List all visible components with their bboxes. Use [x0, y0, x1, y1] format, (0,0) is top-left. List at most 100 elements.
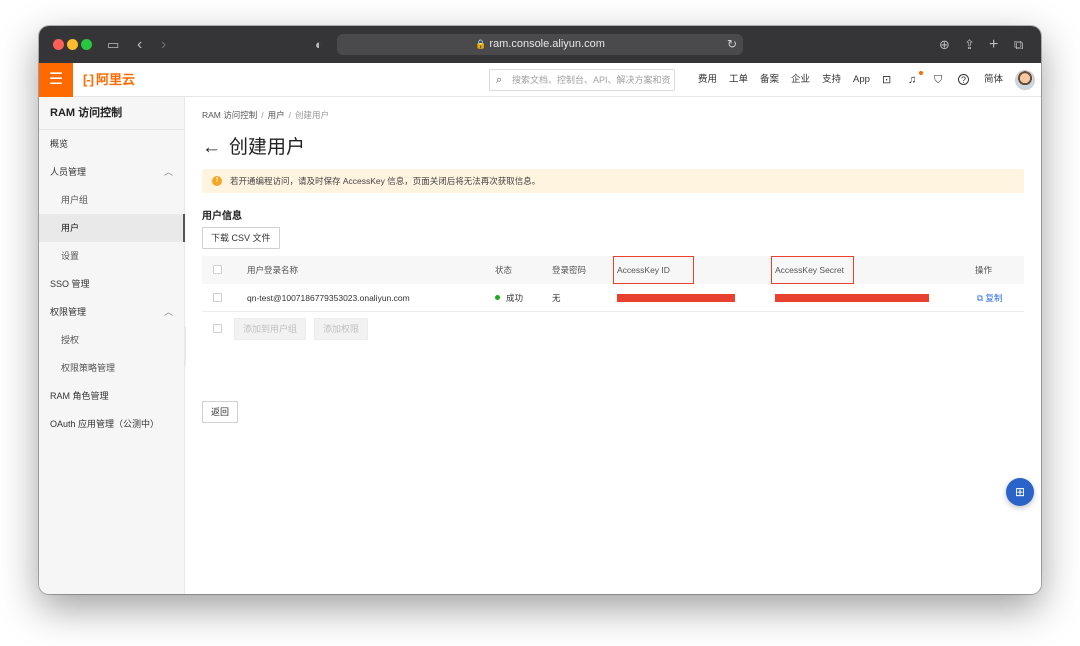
user-login-name: qn-test@1007186779353023.onaliyun.com [247, 293, 410, 303]
breadcrumb-current: 创建用户 [295, 110, 330, 120]
copy-link[interactable]: ⧉ 复制 [977, 284, 1002, 312]
col-password: 登录密码 [552, 265, 587, 275]
back-icon[interactable]: ‹ [137, 26, 142, 63]
section-title-user-info: 用户信息 [202, 211, 242, 222]
warning-icon: ! [212, 176, 222, 186]
forward-icon[interactable]: › [161, 26, 166, 63]
breadcrumb: RAM 访问控制 / 用户 / 创建用户 [202, 109, 329, 121]
aliyun-logo[interactable]: [-] 阿里云 [83, 63, 135, 97]
sidebar-item-label: RAM 角色管理 [50, 391, 109, 401]
add-to-group-button[interactable]: 添加到用户组 [234, 318, 307, 340]
password-cell: 无 [552, 293, 561, 303]
table-row: qn-test@1007186779353023.onaliyun.com 成功… [202, 284, 1024, 312]
sidebar-item-users[interactable]: 用户 [39, 214, 185, 242]
sidebar-item-label: 用户 [61, 223, 80, 233]
apps-grid-icon[interactable]: ⊞ [1006, 478, 1034, 506]
breadcrumb-users[interactable]: 用户 [268, 110, 285, 120]
breadcrumb-separator: / [261, 110, 264, 120]
sidebar-item-sso[interactable]: SSO 管理 [39, 270, 184, 298]
sidebar-item-label: 人员管理 [50, 167, 87, 177]
sidebar-item-label: 授权 [61, 335, 80, 345]
sidebar-item-policies[interactable]: 权限策略管理 [39, 354, 184, 382]
status-cell: 成功 [495, 284, 523, 312]
logo-mark: [-] [83, 72, 94, 87]
reload-icon[interactable]: ↻ [727, 34, 737, 55]
copy-icon: ⧉ [977, 293, 984, 303]
sidebar-item-label: OAuth 应用管理（公测中） [50, 419, 160, 429]
sidebar-item-permissions[interactable]: 权限管理 ︿ [39, 298, 184, 326]
status-text: 成功 [506, 293, 524, 303]
chevron-up-icon: ︿ [163, 307, 173, 317]
privacy-report-icon[interactable]: ◐ [315, 26, 323, 63]
new-tab-icon[interactable]: + [989, 26, 998, 63]
sidebar: RAM 访问控制 概览 人员管理 ︿ 用户组 用户 设置 SSO 管理 权限管理 ︿… [39, 97, 185, 594]
accesskey-warning: ! 若开通编程访问，请及时保存 AccessKey 信息，页面关闭后将无法再次获… [202, 169, 1024, 193]
terminal-icon[interactable]: ⊡ [882, 63, 891, 97]
sidebar-item-settings[interactable]: 设置 [39, 242, 184, 270]
bell-icon[interactable]: ♫ [908, 63, 916, 97]
back-arrow-icon[interactable]: ← [202, 137, 221, 158]
nav-enterprise[interactable]: 企业 [791, 63, 810, 97]
cart-icon[interactable]: ⛉ [934, 63, 942, 97]
add-permission-button[interactable]: 添加权限 [314, 318, 369, 340]
zoom-window-button[interactable] [81, 39, 92, 50]
nav-billing[interactable]: 费用 [698, 63, 717, 97]
search-placeholder: 搜索文档、控制台、API、解决方案和资 [512, 75, 671, 85]
search-input[interactable]: ⌕ 搜索文档、控制台、API、解决方案和资 [489, 69, 675, 91]
accesskey-id-highlight [613, 256, 694, 284]
sidebar-item-roles[interactable]: RAM 角色管理 [39, 382, 184, 410]
nav-tickets[interactable]: 工单 [729, 63, 748, 97]
sidebar-item-label: 权限策略管理 [61, 363, 116, 373]
success-dot-icon [495, 295, 500, 300]
share-icon[interactable]: ⇪ [964, 26, 975, 63]
user-table: 用户登录名称 状态 登录密码 AccessKey ID AccessKey Se… [202, 256, 1024, 346]
alert-text: 若开通编程访问，请及时保存 AccessKey 信息，页面关闭后将无法再次获取信… [230, 176, 541, 186]
breadcrumb-ram[interactable]: RAM 访问控制 [202, 110, 257, 120]
accesskey-secret-redacted [775, 294, 929, 302]
page-title: ← 创建用户 [202, 132, 305, 159]
close-window-button[interactable] [53, 39, 64, 50]
accesskey-secret-highlight [771, 256, 854, 284]
accesskey-id-redacted [617, 294, 735, 302]
sidebar-item-identities[interactable]: 人员管理 ︿ [39, 158, 184, 186]
row-checkbox[interactable] [213, 293, 222, 302]
console-header: ☰ [-] 阿里云 ⌕ 搜索文档、控制台、API、解决方案和资 费用 工单 备案 … [39, 63, 1041, 97]
select-all-checkbox[interactable] [213, 265, 222, 274]
sidebar-item-label: 设置 [61, 251, 80, 261]
sidebar-toggle-icon[interactable]: ▭ [107, 26, 119, 63]
col-status: 状态 [495, 265, 513, 275]
sidebar-item-oauth[interactable]: OAuth 应用管理（公测中） [39, 410, 184, 438]
sidebar-item-label: 概览 [50, 139, 69, 149]
sidebar-item-label: 用户组 [61, 195, 89, 205]
minimize-window-button[interactable] [67, 39, 78, 50]
copy-label: 复制 [985, 293, 1003, 303]
nav-app[interactable]: App [853, 63, 870, 97]
main-content: RAM 访问控制 / 用户 / 创建用户 ← 创建用户 ! 若开通编程访问，请及时保存 A… [186, 97, 1041, 594]
address-bar[interactable]: 🔒 ram.console.aliyun.com ↻ [337, 34, 743, 55]
sidebar-item-grants[interactable]: 授权 [39, 326, 184, 354]
lock-icon: 🔒 [475, 39, 487, 49]
sidebar-item-user-groups[interactable]: 用户组 [39, 186, 184, 214]
language-switch[interactable]: 简体 [984, 63, 1003, 97]
download-csv-button[interactable]: 下载 CSV 文件 [202, 227, 280, 249]
sidebar-item-label: SSO 管理 [50, 279, 90, 289]
download-icon[interactable]: ⊕ [939, 26, 950, 63]
help-icon[interactable]: ? [958, 74, 969, 85]
url-text: ram.console.aliyun.com [489, 38, 605, 50]
col-actions: 操作 [975, 265, 993, 275]
nav-support[interactable]: 支持 [822, 63, 841, 97]
notification-dot [919, 71, 923, 75]
search-icon: ⌕ [496, 74, 503, 86]
menu-icon[interactable]: ☰ [39, 63, 73, 97]
sidebar-item-overview[interactable]: 概览 [39, 130, 184, 158]
page-title-text: 创建用户 [229, 137, 306, 158]
sidebar-title: RAM 访问控制 [39, 97, 184, 130]
logo-text: 阿里云 [96, 72, 136, 87]
footer-checkbox[interactable] [213, 324, 222, 333]
tab-overview-icon[interactable]: ⧉ [1014, 26, 1023, 63]
nav-icp[interactable]: 备案 [760, 63, 779, 97]
chevron-up-icon: ︿ [163, 167, 173, 177]
browser-window: ▭ ‹ › ◐ 🔒 ram.console.aliyun.com ↻ ⊕ ⇪ + … [39, 26, 1041, 594]
return-button[interactable]: 返回 [202, 401, 239, 423]
avatar[interactable] [1015, 70, 1035, 90]
